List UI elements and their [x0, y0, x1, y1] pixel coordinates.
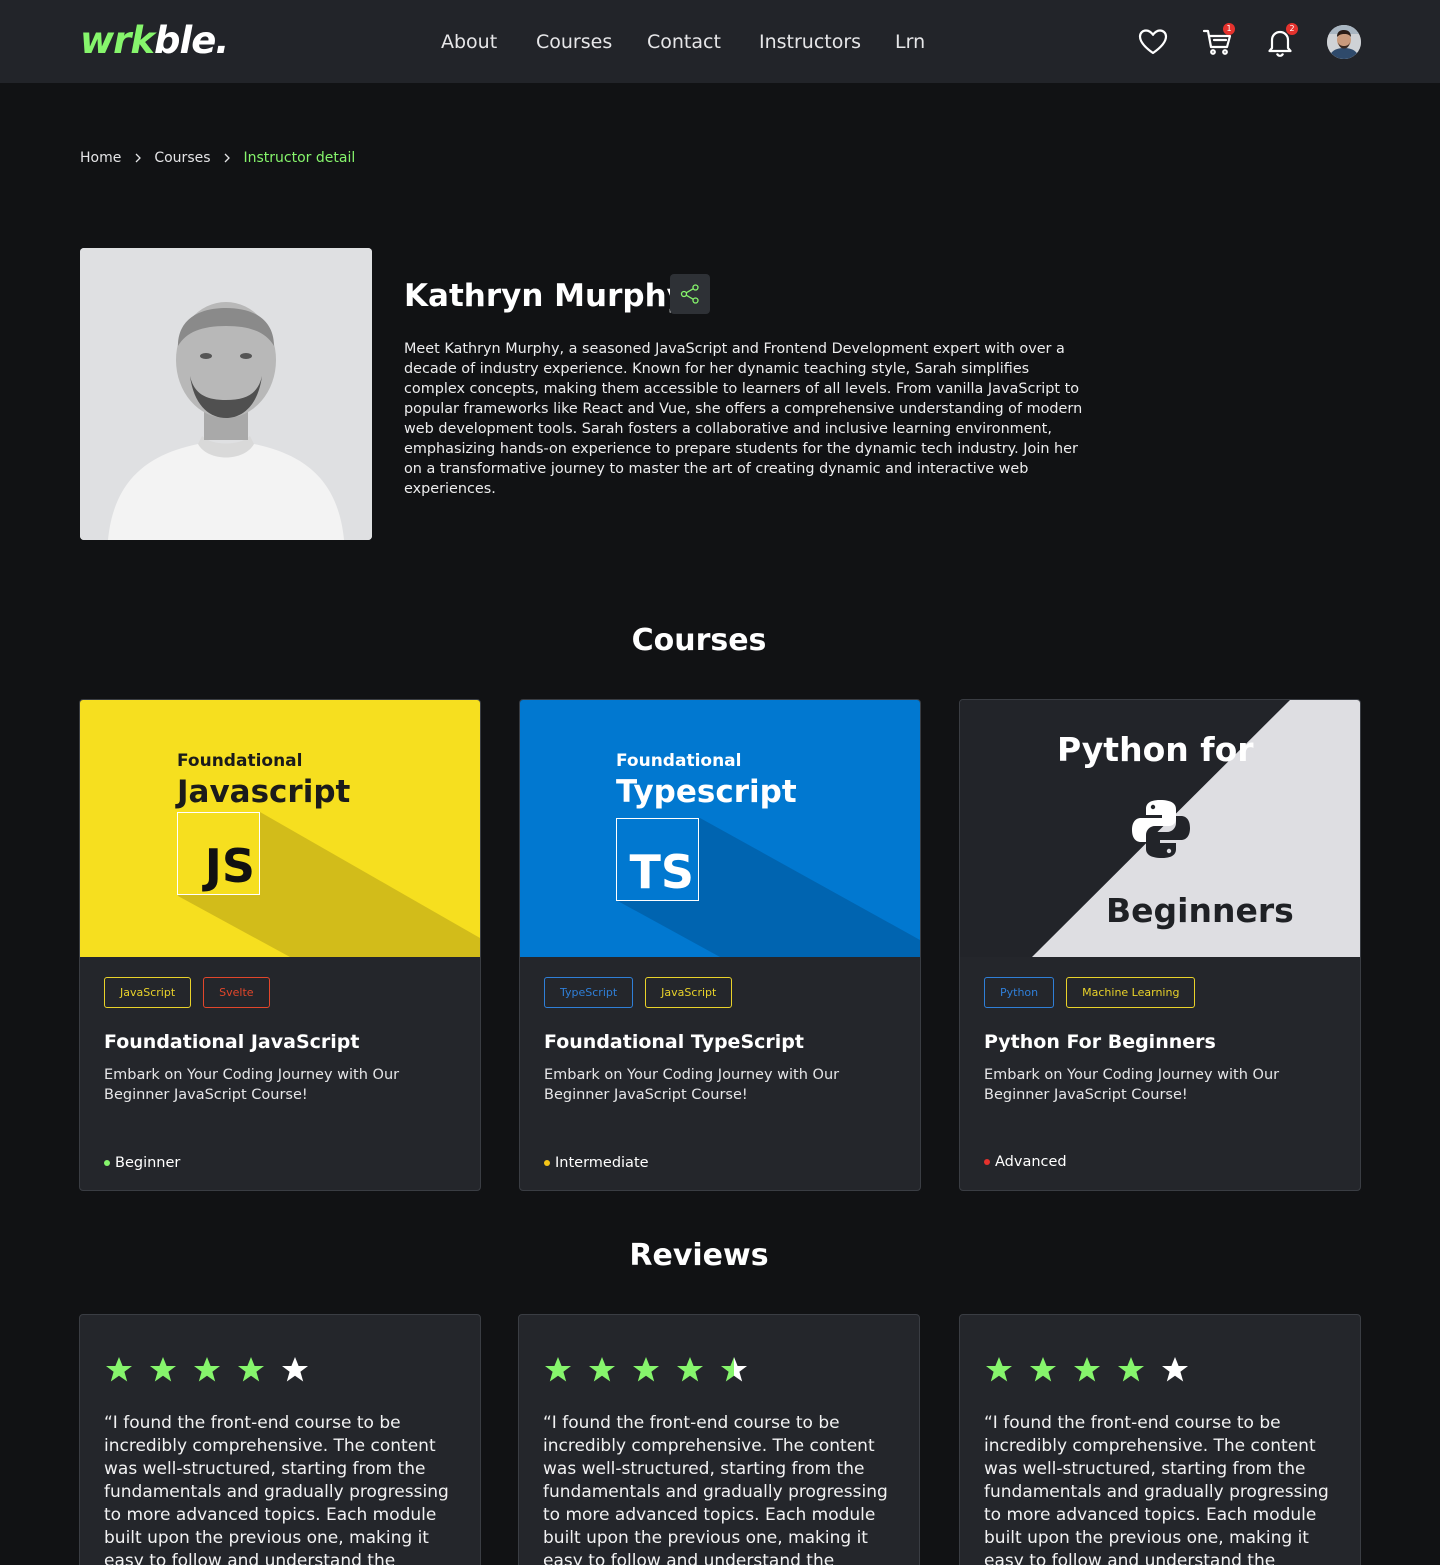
star-filled-icon	[589, 1357, 615, 1382]
star-half-icon	[721, 1357, 747, 1382]
course-level-label: Beginner	[115, 1155, 181, 1171]
breadcrumb-current: Instructor detail	[243, 150, 356, 166]
tag-chip[interactable]: TypeScript	[544, 977, 634, 1008]
star-filled-icon	[1118, 1357, 1144, 1382]
star-filled-icon	[150, 1357, 176, 1382]
cart-button[interactable]: 1	[1201, 23, 1235, 58]
reviews-heading: Reviews	[629, 1238, 769, 1273]
wishlist-button[interactable]	[1137, 26, 1169, 58]
star-empty-icon	[282, 1357, 308, 1382]
chevron-right-icon	[224, 153, 230, 163]
breadcrumb-separator	[121, 153, 154, 163]
tag-chip[interactable]: Svelte	[203, 977, 270, 1008]
instructor-bio: Meet Kathryn Murphy, a seasoned JavaScri…	[404, 341, 1083, 497]
instructor-photo	[80, 248, 372, 540]
breadcrumb-courses[interactable]: Courses	[154, 150, 210, 166]
star-filled-icon	[677, 1357, 703, 1382]
user-avatar[interactable]	[1327, 25, 1361, 59]
thumbnail-title: Typescript	[616, 774, 797, 810]
site-logo[interactable]: wrkble.	[80, 18, 229, 64]
review-card: “I found the front-end course to be incr…	[959, 1314, 1361, 1565]
ts-logo: TS	[616, 818, 699, 901]
course-level: Intermediate	[544, 1153, 649, 1173]
tag-chip[interactable]: JavaScript	[104, 977, 192, 1008]
review-text: “I found the front-end course to be incr…	[104, 1413, 449, 1565]
instructor-name: Kathryn Murphy	[404, 278, 687, 314]
breadcrumb-separator	[211, 153, 244, 163]
star-rating	[104, 1355, 310, 1385]
star-filled-icon	[1074, 1357, 1100, 1382]
tag-chip[interactable]: Machine Learning	[1066, 977, 1196, 1008]
thumbnail-title-bottom: Beginners	[1106, 891, 1294, 930]
share-icon	[680, 284, 699, 304]
notifications-button[interactable]: 2	[1264, 23, 1298, 58]
nav-contact[interactable]: Contact	[647, 29, 721, 55]
cart-count-badge: 1	[1223, 23, 1235, 35]
top-navbar: wrkble. About Courses Contact Instructor…	[0, 0, 1440, 83]
star-filled-icon	[633, 1357, 659, 1382]
star-filled-icon	[986, 1357, 1012, 1382]
course-level: Beginner	[104, 1153, 180, 1173]
course-thumbnail: Foundational Javascript JS	[80, 700, 480, 957]
course-card[interactable]: Foundational Javascript JS JavaScript Sv…	[79, 699, 481, 1191]
breadcrumb: Home Courses Instructor detail	[80, 148, 355, 168]
courses-heading: Courses	[631, 623, 767, 658]
avatar-image	[1327, 25, 1361, 59]
nav-lrn[interactable]: Lrn	[895, 29, 925, 55]
thumbnail-title: Javascript	[177, 774, 351, 810]
nav-instructors[interactable]: Instructors	[759, 29, 861, 55]
thumbnail-subtitle: Foundational	[616, 751, 742, 771]
course-card[interactable]: Python for Beginners Python Machine Lear…	[959, 699, 1361, 1191]
star-filled-icon	[1030, 1357, 1056, 1382]
heart-icon	[1138, 29, 1168, 55]
nav-about[interactable]: About	[441, 29, 497, 55]
nav-courses[interactable]: Courses	[536, 29, 612, 55]
js-logo: JS	[177, 812, 260, 895]
review-card: “I found the front-end course to be incr…	[518, 1314, 920, 1565]
notification-count-badge: 2	[1286, 23, 1298, 35]
level-dot-icon	[544, 1160, 550, 1166]
tag-chip[interactable]: JavaScript	[645, 977, 733, 1008]
course-description: Embark on Your Coding Journey with Our B…	[984, 1067, 1280, 1103]
star-rating	[543, 1355, 749, 1385]
thumbnail-title-top: Python for	[1057, 730, 1254, 769]
star-filled-icon	[106, 1357, 132, 1382]
level-dot-icon	[984, 1159, 990, 1165]
star-filled-icon	[545, 1357, 571, 1382]
review-card: “I found the front-end course to be incr…	[79, 1314, 481, 1565]
thumbnail-subtitle: Foundational	[177, 751, 303, 771]
course-level-label: Advanced	[995, 1154, 1067, 1170]
star-empty-icon	[1162, 1357, 1188, 1382]
javascript-thumbnail-art	[80, 700, 480, 957]
course-title: Python For Beginners	[984, 1031, 1216, 1053]
review-text: “I found the front-end course to be incr…	[984, 1413, 1329, 1565]
course-thumbnail: Foundational Typescript TS	[520, 700, 920, 957]
star-filled-icon	[194, 1357, 220, 1382]
chevron-right-icon	[135, 153, 141, 163]
review-text: “I found the front-end course to be incr…	[543, 1413, 888, 1565]
course-thumbnail: Python for Beginners	[960, 700, 1360, 957]
star-filled-icon	[238, 1357, 264, 1382]
course-title: Foundational TypeScript	[544, 1031, 804, 1053]
typescript-thumbnail-art	[520, 700, 920, 957]
course-tags: JavaScript Svelte	[104, 977, 270, 1008]
logo-wordmark-part2: ble.	[154, 19, 229, 62]
level-dot-icon	[104, 1160, 110, 1166]
course-level: Advanced	[984, 1152, 1067, 1172]
share-button[interactable]	[670, 274, 710, 314]
course-tags: Python Machine Learning	[984, 977, 1196, 1008]
course-description: Embark on Your Coding Journey with Our B…	[104, 1067, 400, 1103]
instructor-portrait-image	[80, 248, 372, 540]
breadcrumb-home[interactable]: Home	[80, 150, 121, 166]
course-card[interactable]: Foundational Typescript TS TypeScript Ja…	[519, 699, 921, 1191]
course-description: Embark on Your Coding Journey with Our B…	[544, 1067, 840, 1103]
star-rating	[984, 1355, 1190, 1385]
tag-chip[interactable]: Python	[984, 977, 1055, 1008]
course-tags: TypeScript JavaScript	[544, 977, 733, 1008]
course-level-label: Intermediate	[555, 1155, 649, 1171]
course-title: Foundational JavaScript	[104, 1031, 360, 1053]
logo-wordmark-part1: wrk	[80, 19, 155, 62]
